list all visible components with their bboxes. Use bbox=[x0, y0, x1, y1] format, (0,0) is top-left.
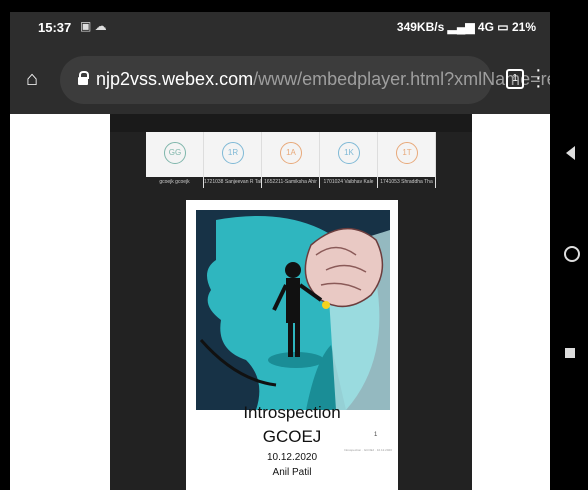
participant-tile[interactable]: 1K 1701024 Vaibhav Kale bbox=[320, 132, 378, 188]
status-right: 349KB/s ▂▄▆ 4G ▭ 21% bbox=[397, 20, 536, 34]
participant-avatar: 1T bbox=[396, 142, 418, 164]
introspection-illustration bbox=[196, 210, 390, 410]
slide-presenter: Anil Patil bbox=[272, 467, 312, 478]
slide-footnote: Introspection · GCOEJ · 10.12.2020 bbox=[344, 448, 392, 452]
tab-switcher-button[interactable]: 1 bbox=[506, 69, 524, 89]
participant-avatar: 1A bbox=[280, 142, 302, 164]
phone-frame: 15:37 ▣ ☁ 349KB/s ▂▄▆ 4G ▭ 21% ⌂ njp2vss… bbox=[0, 0, 588, 490]
participant-avatar: 1K bbox=[338, 142, 360, 164]
participant-name: 1721038 Sanjeevan R Tak bbox=[204, 177, 261, 188]
participant-strip: GG gcoejk gcoejk 1R 1721038 Sanjeevan R … bbox=[146, 132, 436, 188]
status-time: 15:37 bbox=[38, 20, 72, 35]
navigation-bar bbox=[550, 12, 588, 490]
home-circle-icon[interactable] bbox=[564, 246, 580, 262]
recent-apps-icon[interactable] bbox=[565, 348, 575, 358]
participant-tile[interactable]: 1A 1652211-Samiksha Ahir bbox=[262, 132, 320, 188]
player-top-strip bbox=[110, 114, 472, 132]
url-text[interactable]: njp2vss.webex.com/www/embedplayer.html?x… bbox=[96, 69, 550, 90]
slide-subtitle: GCOEJ bbox=[262, 427, 322, 446]
lock-icon[interactable] bbox=[78, 71, 89, 85]
participant-avatar: GG bbox=[164, 142, 186, 164]
web-page: GG gcoejk gcoejk 1R 1721038 Sanjeevan R … bbox=[10, 114, 550, 490]
participant-name: 1741053 Shraddha Tha bbox=[378, 177, 435, 188]
screen: 15:37 ▣ ☁ 349KB/s ▂▄▆ 4G ▭ 21% ⌂ njp2vss… bbox=[10, 12, 550, 490]
participant-name: 1652211-Samiksha Ahir bbox=[262, 177, 319, 188]
battery-level: 21% bbox=[511, 20, 536, 34]
address-bar[interactable]: njp2vss.webex.com/www/embedplayer.html?x… bbox=[60, 56, 550, 104]
browser-toolbar: ⌂ njp2vss.webex.com/www/embedplayer.html… bbox=[10, 42, 550, 114]
webex-player[interactable]: GG gcoejk gcoejk 1R 1721038 Sanjeevan R … bbox=[110, 114, 472, 490]
network-speed: 349KB/s bbox=[396, 20, 445, 34]
slide-page-number: 1 bbox=[374, 432, 378, 438]
url-host: njp2vss.webex.com bbox=[96, 69, 254, 89]
presentation-slide: Introspection GCOEJ 10.12.2020 Anil Pati… bbox=[186, 200, 398, 490]
back-icon[interactable] bbox=[566, 146, 575, 160]
participant-name: 1701024 Vaibhav Kale bbox=[320, 177, 377, 188]
participant-tile[interactable]: 1R 1721038 Sanjeevan R Tak bbox=[204, 132, 262, 188]
battery-icon: ▭ bbox=[497, 20, 509, 34]
signal-icon: ▂▄▆ bbox=[447, 20, 475, 34]
slide-title: Introspection bbox=[243, 403, 341, 422]
notification-icons: ▣ ☁ bbox=[80, 19, 107, 33]
overflow-menu-icon[interactable]: · · · bbox=[535, 60, 542, 96]
participant-tile[interactable]: GG gcoejk gcoejk bbox=[146, 132, 204, 188]
participant-tile[interactable]: 1T 1741053 Shraddha Tha bbox=[378, 132, 436, 188]
slide-date: 10.12.2020 bbox=[266, 452, 318, 463]
status-bar: 15:37 ▣ ☁ 349KB/s ▂▄▆ 4G ▭ 21% bbox=[10, 12, 550, 42]
participant-avatar: 1R bbox=[222, 142, 244, 164]
home-icon[interactable]: ⌂ bbox=[26, 68, 48, 90]
network-type: 4G bbox=[477, 20, 494, 34]
participant-name: gcoejk gcoejk bbox=[146, 177, 203, 188]
